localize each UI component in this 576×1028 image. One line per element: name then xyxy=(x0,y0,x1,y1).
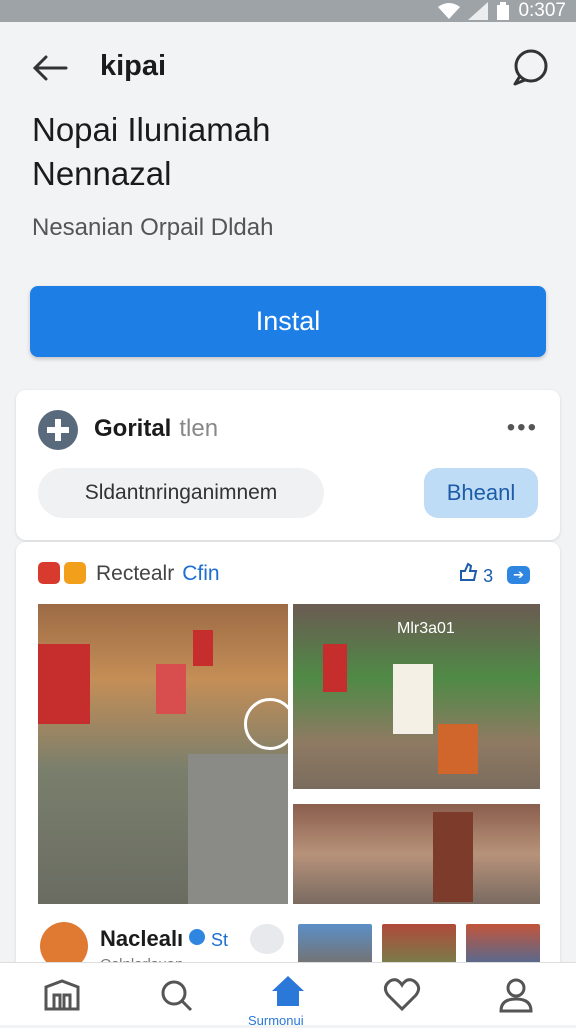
author-name[interactable]: Naclealı xyxy=(100,926,183,952)
shop-sign xyxy=(433,812,473,902)
status-time: 0:307 xyxy=(518,0,566,21)
page-subtitle: Nesanian Orpail Dldah xyxy=(32,214,274,241)
heart-icon[interactable] xyxy=(382,975,422,1015)
share-chip-icon[interactable]: ➔ xyxy=(507,565,530,584)
post-label-link[interactable]: Cfin xyxy=(182,562,219,585)
market-photo-bottom-right[interactable] xyxy=(293,804,540,904)
bottom-nav: Surmonui xyxy=(0,962,576,1028)
market-photo-main[interactable] xyxy=(38,604,288,904)
market-photo-top-right[interactable]: Mlr3a01 xyxy=(293,604,540,789)
app-card: Gorital tlen ••• Sldantnringanimnem Bhean… xyxy=(16,390,560,540)
app-logo xyxy=(38,410,78,450)
wifi-icon xyxy=(438,3,461,19)
plus-logo-icon xyxy=(47,419,69,441)
author-link-text: St xyxy=(211,930,229,950)
page-title: Nopai Iluniamah Nennazal xyxy=(32,111,271,192)
post-label-text: Rectealr xyxy=(96,562,175,585)
focus-circle xyxy=(244,698,296,750)
install-button[interactable]: Instal xyxy=(30,286,546,357)
secondary-action-button[interactable]: Bheanl xyxy=(424,468,538,518)
like-stat[interactable]: 3 xyxy=(458,562,493,587)
battery-icon xyxy=(497,2,510,20)
app-name: Gorital tlen xyxy=(94,415,218,443)
photo-caption: Mlr3a01 xyxy=(397,620,455,637)
messenger-icon xyxy=(189,929,205,945)
orange-badge-icon xyxy=(64,562,86,584)
app-name-suffix: tlen xyxy=(179,415,219,442)
search-icon[interactable] xyxy=(156,975,196,1015)
sign-board xyxy=(393,664,433,734)
search-pill[interactable]: Sldantnringanimnem xyxy=(38,468,324,518)
like-count: 3 xyxy=(483,566,494,586)
flag-2 xyxy=(323,644,347,692)
comment-icon[interactable] xyxy=(250,924,284,954)
chat-icon[interactable] xyxy=(510,48,550,88)
post-card: RectealrCfin 3 ➔ Mlr3a01 Naclealı St Osl… xyxy=(16,542,560,982)
status-bar: 0:307 xyxy=(0,0,576,22)
nav-home-label[interactable]: Surmonui xyxy=(248,1013,304,1028)
app-title: kipai xyxy=(100,50,167,82)
red-banner xyxy=(38,644,90,724)
red-banner-2 xyxy=(156,664,186,714)
road xyxy=(188,754,288,904)
author-link[interactable]: St xyxy=(188,928,228,951)
like-icon xyxy=(460,562,478,581)
app-bar: kipai xyxy=(0,22,576,112)
signal-icon xyxy=(468,2,489,20)
flag xyxy=(193,630,213,666)
back-arrow-icon[interactable] xyxy=(30,52,70,84)
red-badge-icon xyxy=(38,562,60,584)
stall-crate xyxy=(438,724,478,774)
app-name-text: Gorital xyxy=(94,415,172,442)
library-icon[interactable] xyxy=(42,975,82,1015)
more-options-icon[interactable]: ••• xyxy=(507,414,538,442)
profile-icon[interactable] xyxy=(496,975,536,1015)
post-badges xyxy=(38,562,86,584)
post-stats: 3 ➔ xyxy=(458,562,530,587)
post-label: Rectealr Cfin xyxy=(96,562,220,586)
status-icons: 0:307 xyxy=(438,0,566,22)
home-icon[interactable] xyxy=(268,971,308,1011)
